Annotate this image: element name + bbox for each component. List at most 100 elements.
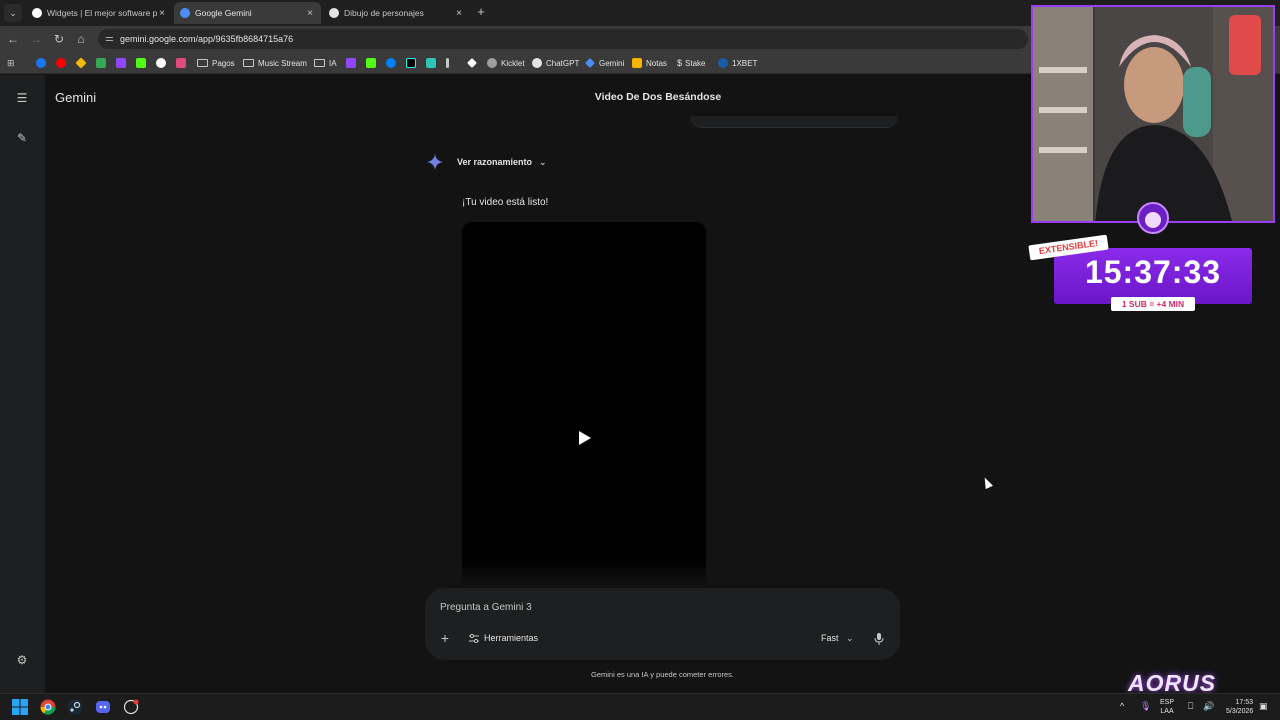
twitch-icon [346,58,356,68]
mouse-cursor [981,475,993,490]
close-icon[interactable]: × [157,8,167,19]
gemini-icon [180,8,190,18]
bookmark-ia[interactable]: IA [314,56,337,70]
webcam-overlay [1031,5,1275,223]
youtube-icon [56,58,66,68]
misc-icon [446,58,449,68]
bookmark-kicklet[interactable]: Kicklet [487,56,525,70]
tray-microphone-icon[interactable]: 🎙 [1140,701,1151,712]
app-icon [426,58,436,68]
video-fade [462,558,706,588]
address-bar[interactable]: ⚌ gemini.google.com/app/9635fb8684715a76 [98,29,1028,49]
clock-time: 17:53 [1235,699,1253,706]
tab-dibujo[interactable]: Dibujo de personajes × [323,2,470,24]
youtube-bookmark[interactable] [56,56,70,70]
tiktok-bookmark[interactable] [406,56,420,70]
sub-rule-badge: 1 SUB = +4 MIN [1111,297,1195,311]
tools-label: Herramientas [484,633,539,643]
tab-title: Dibujo de personajes [344,8,424,18]
chatgpt-icon [532,58,542,68]
bookmark-pagos[interactable]: Pagos [197,56,235,70]
clock-date: 5/3/2026 [1226,708,1254,715]
add-icon[interactable]: + [438,631,452,646]
chart-bookmark[interactable] [176,56,190,70]
tray-expand-icon[interactable]: ^ [1120,701,1124,711]
twitch-icon [116,58,126,68]
steam-icon[interactable] [67,699,83,715]
notes-icon [632,58,642,68]
prompt-input[interactable]: Pregunta a Gemini 3 [440,602,532,613]
1xbet-icon [718,58,728,68]
notifications-icon[interactable]: ▣ [1259,701,1268,712]
keyboard-layout: LAA [1160,708,1174,715]
prompt-box[interactable]: Pregunta a Gemini 3 + Herramientas Fast … [425,588,900,660]
site-info-icon[interactable]: ⚌ [105,29,114,49]
pinterest-bookmark[interactable] [156,56,170,70]
app-title[interactable]: Gemini [55,90,96,105]
pinterest-icon [156,58,166,68]
kick-icon [136,58,146,68]
reload-icon[interactable]: ↻ [51,31,67,47]
bookmark-music-stream[interactable]: Music Stream [243,56,307,70]
facebook-bookmark[interactable] [36,56,50,70]
twitch-bookmark[interactable] [116,56,130,70]
folder-icon [197,59,208,67]
chart-icon [176,58,186,68]
response-text: ¡Tu video está listo! [462,197,549,208]
drive-bookmark[interactable] [96,56,110,70]
bookmark-chatgpt[interactable]: ChatGPT [532,56,579,70]
meta-bookmark[interactable] [386,56,400,70]
url-text: gemini.google.com/app/9635fb8684715a76 [120,34,294,44]
system-clock[interactable]: 17:53 5/3/2026 [1226,698,1253,716]
misc-bookmark[interactable] [446,56,453,70]
bookmark-notas[interactable]: Notas [632,56,667,70]
new-tab-button[interactable]: + [474,4,488,20]
forward-arrow-icon[interactable]: → [28,31,44,47]
bookmark-1xbet[interactable]: 1XBET [718,56,757,70]
kick-icon [366,58,376,68]
windows-start-icon[interactable] [12,699,28,715]
tools-button[interactable]: Herramientas [469,633,538,643]
bookmark-stake[interactable]: $ Stake [677,56,705,70]
settings-icon[interactable]: ⚙ [14,652,30,668]
binance-bookmark[interactable] [75,56,90,70]
kick-bookmark[interactable] [136,56,150,70]
language-indicator[interactable]: ESP LAA [1160,698,1174,716]
model-label: Fast [821,633,839,643]
apps-grid-icon[interactable]: ⊞ [7,56,15,70]
discord-icon[interactable] [95,699,111,715]
app-icon[interactable] [123,699,139,715]
disclaimer: Gemini es una IA y puede cometer errores… [591,670,734,679]
home-icon[interactable]: ⌂ [73,31,89,47]
network-icon[interactable]: ⎕ [1188,701,1193,712]
volume-icon[interactable]: 🔊 [1203,701,1214,712]
sidebar: ☰ ✎ ⚙ [0,75,45,695]
webcam-feed [1033,7,1273,221]
diamond-bookmark[interactable] [467,56,481,70]
app-bookmark[interactable] [426,56,440,70]
video-player[interactable] [462,222,706,588]
new-chat-icon[interactable]: ✎ [14,130,30,146]
kick2-bookmark[interactable] [366,56,380,70]
previous-message-bubble [690,116,898,128]
close-icon[interactable]: × [454,8,464,19]
menu-icon[interactable]: ☰ [14,90,30,106]
chevron-down-icon: ⌄ [539,156,547,167]
tab-widgets[interactable]: Widgets | El mejor software par × [26,2,173,24]
microphone-icon[interactable] [873,632,885,646]
model-selector[interactable]: Fast ⌄ [821,633,854,644]
back-arrow-icon[interactable]: ← [5,31,21,47]
conversation-title: Video De Dos Besándose [594,91,722,103]
binance-icon [75,57,87,69]
drive-icon [96,58,106,68]
show-reasoning-button[interactable]: Ver razonamiento ⌄ [427,153,547,171]
taskbar: ^ 🎙 ESP LAA ⎕ 🔊 17:53 5/3/2026 ▣ [0,693,1280,720]
chrome-icon[interactable] [40,699,56,715]
tab-search-button[interactable]: ⌄ [4,4,22,22]
timer-value: 15:37:33 [1084,254,1222,290]
twitch2-bookmark[interactable] [346,56,360,70]
close-icon[interactable]: × [305,8,315,19]
play-icon[interactable] [579,431,591,445]
tab-gemini[interactable]: Google Gemini × [174,2,321,24]
bookmark-gemini[interactable]: Gemini [585,56,624,70]
